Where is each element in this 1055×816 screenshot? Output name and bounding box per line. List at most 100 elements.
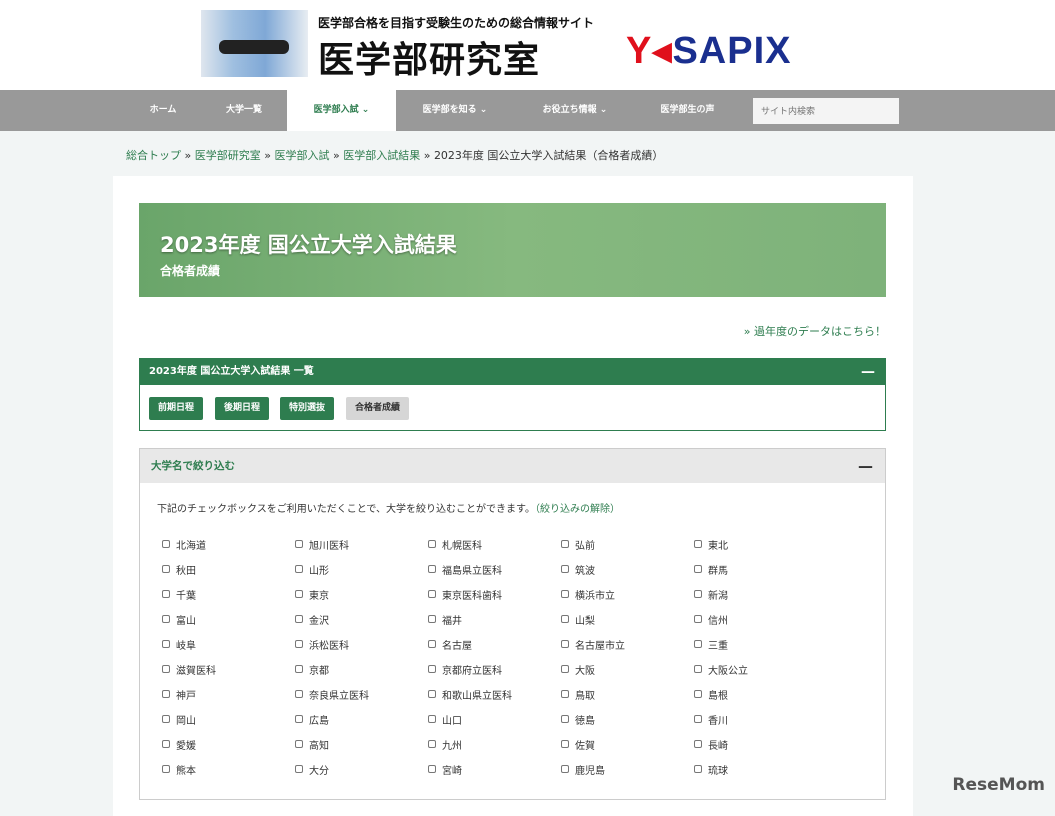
checkbox-icon[interactable]: [295, 565, 303, 573]
university-checkbox[interactable]: 福井: [428, 612, 561, 627]
nav-student-voices[interactable]: 医学部生の声: [640, 90, 735, 131]
breadcrumb-lab[interactable]: 医学部研究室: [195, 149, 261, 162]
checkbox-icon[interactable]: [428, 740, 436, 748]
nav-universities[interactable]: 大学一覧: [206, 90, 282, 131]
university-checkbox[interactable]: 横浜市立: [561, 587, 694, 602]
checkbox-icon[interactable]: [428, 765, 436, 773]
university-checkbox[interactable]: 名古屋: [428, 637, 561, 652]
checkbox-icon[interactable]: [295, 590, 303, 598]
checkbox-icon[interactable]: [295, 715, 303, 723]
university-checkbox[interactable]: 鳥取: [561, 687, 694, 702]
university-checkbox[interactable]: 東北: [694, 537, 827, 552]
university-checkbox[interactable]: 名古屋市立: [561, 637, 694, 652]
university-checkbox[interactable]: 新潟: [694, 587, 827, 602]
university-checkbox[interactable]: 佐賀: [561, 737, 694, 752]
checkbox-icon[interactable]: [561, 740, 569, 748]
university-checkbox[interactable]: 信州: [694, 612, 827, 627]
university-checkbox[interactable]: 岡山: [162, 712, 295, 727]
checkbox-icon[interactable]: [694, 765, 702, 773]
first-term-button[interactable]: 前期日程: [149, 397, 204, 420]
checkbox-icon[interactable]: [561, 590, 569, 598]
checkbox-icon[interactable]: [694, 715, 702, 723]
filter-header[interactable]: 大学名で絞り込む —: [140, 449, 885, 483]
university-checkbox[interactable]: 熊本: [162, 762, 295, 777]
checkbox-icon[interactable]: [561, 765, 569, 773]
university-checkbox[interactable]: 札幌医科: [428, 537, 561, 552]
checkbox-icon[interactable]: [561, 690, 569, 698]
university-checkbox[interactable]: 秋田: [162, 562, 295, 577]
university-checkbox[interactable]: 京都: [295, 662, 428, 677]
collapse-icon[interactable]: —: [861, 359, 875, 385]
university-checkbox[interactable]: 和歌山県立医科: [428, 687, 561, 702]
checkbox-icon[interactable]: [428, 665, 436, 673]
university-checkbox[interactable]: 徳島: [561, 712, 694, 727]
university-checkbox[interactable]: 京都府立医科: [428, 662, 561, 677]
university-checkbox[interactable]: 山形: [295, 562, 428, 577]
university-checkbox[interactable]: 長崎: [694, 737, 827, 752]
checkbox-icon[interactable]: [561, 540, 569, 548]
university-checkbox[interactable]: 大阪公立: [694, 662, 827, 677]
checkbox-icon[interactable]: [428, 715, 436, 723]
university-checkbox[interactable]: 琉球: [694, 762, 827, 777]
breadcrumb-results[interactable]: 医学部入試結果: [343, 149, 420, 162]
university-checkbox[interactable]: 滋賀医科: [162, 662, 295, 677]
university-checkbox[interactable]: 福島県立医科: [428, 562, 561, 577]
checkbox-icon[interactable]: [694, 690, 702, 698]
checkbox-icon[interactable]: [162, 615, 170, 623]
university-checkbox[interactable]: 山口: [428, 712, 561, 727]
site-search-input[interactable]: [753, 98, 899, 124]
checkbox-icon[interactable]: [561, 565, 569, 573]
university-checkbox[interactable]: 岐阜: [162, 637, 295, 652]
checkbox-icon[interactable]: [295, 690, 303, 698]
university-checkbox[interactable]: 大分: [295, 762, 428, 777]
checkbox-icon[interactable]: [694, 640, 702, 648]
breadcrumb-top[interactable]: 総合トップ: [126, 149, 181, 162]
checkbox-icon[interactable]: [162, 640, 170, 648]
passer-scores-button[interactable]: 合格者成績: [346, 397, 410, 420]
university-checkbox[interactable]: 広島: [295, 712, 428, 727]
university-checkbox[interactable]: 筑波: [561, 562, 694, 577]
university-checkbox[interactable]: 九州: [428, 737, 561, 752]
checkbox-icon[interactable]: [162, 565, 170, 573]
nav-home[interactable]: ホーム: [130, 90, 196, 131]
university-checkbox[interactable]: 千葉: [162, 587, 295, 602]
checkbox-icon[interactable]: [428, 615, 436, 623]
checkbox-icon[interactable]: [295, 765, 303, 773]
university-checkbox[interactable]: 富山: [162, 612, 295, 627]
checkbox-icon[interactable]: [295, 540, 303, 548]
nav-about-medicine[interactable]: 医学部を知る ⌄: [400, 90, 510, 131]
second-term-button[interactable]: 後期日程: [215, 397, 270, 420]
checkbox-icon[interactable]: [428, 540, 436, 548]
university-checkbox[interactable]: 浜松医科: [295, 637, 428, 652]
checkbox-icon[interactable]: [694, 615, 702, 623]
clear-filter-link[interactable]: （絞り込みの解除）: [535, 504, 620, 515]
university-checkbox[interactable]: 東京: [295, 587, 428, 602]
university-checkbox[interactable]: 弘前: [561, 537, 694, 552]
university-checkbox[interactable]: 高知: [295, 737, 428, 752]
checkbox-icon[interactable]: [295, 615, 303, 623]
university-checkbox[interactable]: 群馬: [694, 562, 827, 577]
university-checkbox[interactable]: 山梨: [561, 612, 694, 627]
sapix-logo[interactable]: Y◂SAPIX: [626, 28, 791, 73]
checkbox-icon[interactable]: [561, 715, 569, 723]
checkbox-icon[interactable]: [561, 640, 569, 648]
university-checkbox[interactable]: 北海道: [162, 537, 295, 552]
checkbox-icon[interactable]: [295, 740, 303, 748]
university-checkbox[interactable]: 香川: [694, 712, 827, 727]
checkbox-icon[interactable]: [561, 615, 569, 623]
checkbox-icon[interactable]: [694, 665, 702, 673]
nav-entrance-exams[interactable]: 医学部入試 ⌄: [287, 90, 396, 131]
university-checkbox[interactable]: 三重: [694, 637, 827, 652]
special-selection-button[interactable]: 特別選抜: [280, 397, 335, 420]
nav-useful-info[interactable]: お役立ち情報 ⌄: [520, 90, 630, 131]
breadcrumb-exams[interactable]: 医学部入試: [274, 149, 329, 162]
checkbox-icon[interactable]: [428, 690, 436, 698]
university-checkbox[interactable]: 神戸: [162, 687, 295, 702]
university-checkbox[interactable]: 金沢: [295, 612, 428, 627]
checkbox-icon[interactable]: [428, 565, 436, 573]
checkbox-icon[interactable]: [295, 640, 303, 648]
checkbox-icon[interactable]: [295, 665, 303, 673]
checkbox-icon[interactable]: [428, 640, 436, 648]
university-checkbox[interactable]: 大阪: [561, 662, 694, 677]
checkbox-icon[interactable]: [694, 590, 702, 598]
